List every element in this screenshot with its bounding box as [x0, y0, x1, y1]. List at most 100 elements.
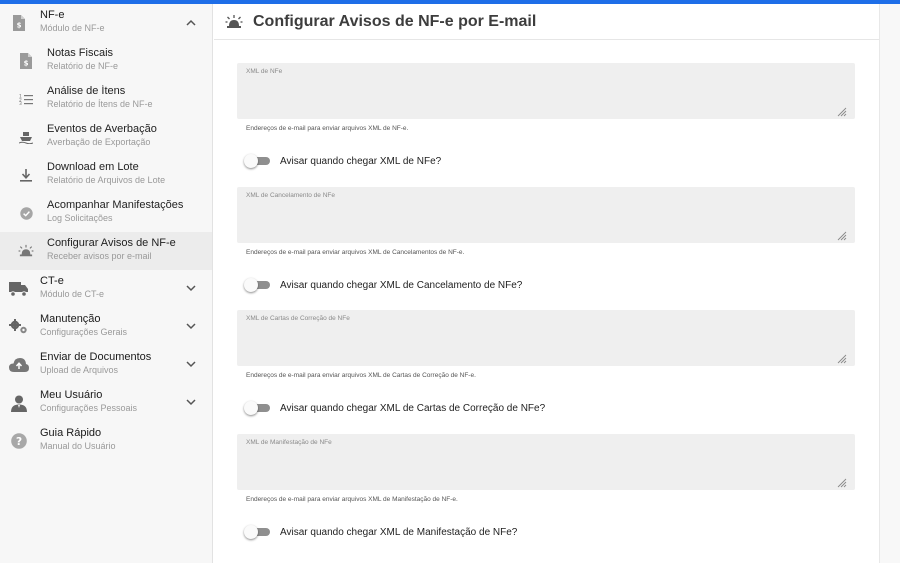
xml-nfe-email-textarea[interactable]: XML de NFe [237, 63, 855, 119]
xml-cartas-correcao-toggle-row[interactable]: Avisar quando chegar XML de Cartas de Co… [244, 400, 855, 416]
sidebar-item-cte-module[interactable]: CT-e Módulo de CT-e [0, 270, 212, 308]
sidebar-item-title: Eventos de Averbação [47, 123, 157, 135]
truck-icon [7, 277, 31, 301]
chevron-down-icon[interactable] [185, 396, 197, 408]
check-circle-icon [14, 201, 38, 225]
sidebar-item-title: Guia Rápido [40, 427, 102, 439]
sidebar-item-text: Eventos de Averbação Averbação de Exporta… [47, 123, 157, 149]
main-content: Configurar Avisos de NF-e por E-mail XML… [214, 4, 879, 563]
sidebar-item-text: Download em Lote Relatório de Arquivos de… [47, 161, 165, 187]
page-title: Configurar Avisos de NF-e por E-mail [253, 12, 537, 30]
bell-ring-icon [225, 13, 243, 31]
resize-handle-icon[interactable] [837, 351, 847, 364]
sidebar-item-notas-fiscais[interactable]: $ Notas Fiscais Relatório de NF-e [0, 42, 212, 80]
invoice-icon: $ [7, 11, 31, 35]
sidebar-item-text: Meu Usuário Configurações Pessoais [40, 389, 137, 415]
sidebar-item-subtitle: Módulo de NF-e [40, 23, 105, 33]
cloud-upload-icon [7, 353, 31, 377]
form-section-xml-manifestacao: XML de Manifestação de NFe Endereços de e… [237, 434, 855, 540]
xml-cancelamento-toggle-switch[interactable] [244, 278, 270, 292]
form-section-xml-cartas-correcao: XML de Cartas de Correção de NFe Endereço… [237, 310, 855, 416]
sidebar-item-subtitle: Averbação de Exportação [47, 137, 151, 147]
svg-text:?: ? [16, 436, 22, 448]
sidebar-item-text: Enviar de Documentos Upload de Arquivos [40, 351, 151, 377]
ship-icon [14, 125, 38, 149]
resize-handle-icon[interactable] [837, 104, 847, 117]
sidebar-item-subtitle: Upload de Arquivos [40, 365, 119, 375]
sidebar-item-text: Acompanhar Manifestações Log Solicitações [47, 199, 183, 225]
chevron-down-icon[interactable] [185, 320, 197, 332]
sidebar-item-title: Acompanhar Manifestações [47, 199, 184, 211]
user-icon [7, 391, 31, 415]
form-section-xml-cancelamento: XML de Cancelamento de NFe Endereços de e… [237, 187, 855, 293]
helper-text: Endereços de e-mail para enviar arquivos… [246, 125, 409, 132]
sidebar-item-acompanhar-manifestacoes[interactable]: Acompanhar Manifestações Log Solicitações [0, 194, 212, 232]
sidebar-item-title: NF-e [40, 9, 65, 21]
sidebar-item-enviar-documentos[interactable]: Enviar de Documentos Upload de Arquivos [0, 346, 212, 384]
resize-handle-icon[interactable] [837, 475, 847, 488]
sidebar-item-configurar-avisos[interactable]: Configurar Avisos de NF-e Receber avisos … [0, 232, 212, 270]
sidebar-item-meu-usuario[interactable]: Meu Usuário Configurações Pessoais [0, 384, 212, 422]
xml-manifestacao-email-textarea[interactable]: XML de Manifestação de NFe [237, 434, 855, 490]
numbered-list-icon: 123 [14, 87, 38, 111]
xml-manifestacao-toggle-switch[interactable] [244, 525, 270, 539]
sidebar-item-text: CT-e Módulo de CT-e [40, 275, 104, 301]
sidebar-item-title: Configurar Avisos de NF-e [47, 237, 176, 249]
sidebar-item-subtitle: Manual do Usuário [40, 441, 116, 451]
sidebar-item-title: Manutenção [40, 313, 101, 325]
toggle-label: Avisar quando chegar XML de NFe? [280, 155, 442, 167]
sidebar-item-title: Análise de Ítens [47, 85, 126, 97]
svg-text:3: 3 [19, 101, 22, 105]
xml-cartas-correcao-email-textarea[interactable]: XML de Cartas de Correção de NFe [237, 310, 855, 366]
textarea-label: XML de Cartas de Correção de NFe [246, 315, 350, 322]
sidebar-item-eventos-averbacao[interactable]: Eventos de Averbação Averbação de Exporta… [0, 118, 212, 156]
textarea-label: XML de NFe [246, 68, 283, 75]
sidebar-item-subtitle: Relatório de Arquivos de Lote [47, 175, 166, 185]
sidebar-item-subtitle: Receber avisos por e-mail [47, 251, 152, 261]
toggle-thumb [244, 154, 258, 168]
sidebar-item-title: CT-e [40, 275, 64, 287]
right-scroll-strip [879, 4, 900, 563]
toggle-thumb [244, 525, 258, 539]
xml-cancelamento-toggle-row[interactable]: Avisar quando chegar XML de Cancelamento… [244, 277, 855, 293]
xml-cartas-correcao-toggle-switch[interactable] [244, 401, 270, 415]
xml-nfe-toggle-switch[interactable] [244, 154, 270, 168]
sidebar-item-subtitle: Log Solicitações [47, 213, 113, 223]
toggle-label: Avisar quando chegar XML de Cancelamento… [280, 279, 523, 291]
svg-text:$: $ [17, 22, 22, 30]
textarea-label: XML de Manifestação de NFe [246, 439, 332, 446]
form-section-xml-nfe: XML de NFe Endereços de e-mail para envia… [237, 63, 855, 169]
chevron-up-icon[interactable] [185, 16, 197, 28]
sidebar-item-text: Manutenção Configurações Gerais [40, 313, 127, 339]
helper-text: Endereços de e-mail para enviar arquivos… [246, 249, 465, 256]
resize-handle-icon[interactable] [837, 228, 847, 241]
sidebar-item-title: Meu Usuário [40, 389, 103, 401]
xml-cancelamento-email-textarea[interactable]: XML de Cancelamento de NFe [237, 187, 855, 243]
sidebar-item-manutencao[interactable]: Manutenção Configurações Gerais [0, 308, 212, 346]
sidebar-item-nfe-module[interactable]: $ NF-e Módulo de NF-e [0, 4, 212, 42]
sidebar-item-subtitle: Configurações Pessoais [40, 403, 138, 413]
chevron-down-icon[interactable] [185, 358, 197, 370]
sidebar-item-analise-itens[interactable]: 1 2 3 Análise de Ítens Relatório de Ítens de… [0, 80, 212, 118]
sidebar-item-text: Guia Rápido Manual do Usuário [40, 427, 116, 453]
sidebar-item-text: NF-e Módulo de NF-e [40, 9, 105, 35]
sidebar-item-title: Enviar de Documentos [40, 351, 152, 363]
chevron-down-icon[interactable] [185, 282, 197, 294]
sidebar-item-download-lote[interactable]: Download em Lote Relatório de Arquivos de… [0, 156, 212, 194]
xml-nfe-toggle-row[interactable]: Avisar quando chegar XML de NFe? [244, 153, 855, 169]
sidebar-item-guia-rapido[interactable]: ? Guia Rápido Manual do Usuário [0, 422, 212, 460]
toggle-thumb [244, 278, 258, 292]
download-icon [14, 163, 38, 187]
sidebar-item-text: Configurar Avisos de NF-e Receber avisos … [47, 237, 176, 263]
sidebar-item-title: Download em Lote [47, 161, 139, 173]
page-header: Configurar Avisos de NF-e por E-mail [214, 4, 879, 40]
sidebar-item-subtitle: Relatório de NF-e [47, 61, 119, 71]
helper-text: Endereços de e-mail para enviar arquivos… [246, 496, 458, 503]
help-icon: ? [7, 429, 31, 453]
svg-text:$: $ [24, 60, 29, 68]
sidebar: $ NF-e Módulo de NF-e $ Notas Fiscais Relatór… [0, 4, 213, 563]
sidebar-item-subtitle: Configurações Gerais [40, 327, 128, 337]
sidebar-item-title: Notas Fiscais [47, 47, 114, 59]
toggle-label: Avisar quando chegar XML de Cartas de Co… [280, 402, 546, 414]
xml-manifestacao-toggle-row[interactable]: Avisar quando chegar XML de Manifestação… [244, 524, 855, 540]
